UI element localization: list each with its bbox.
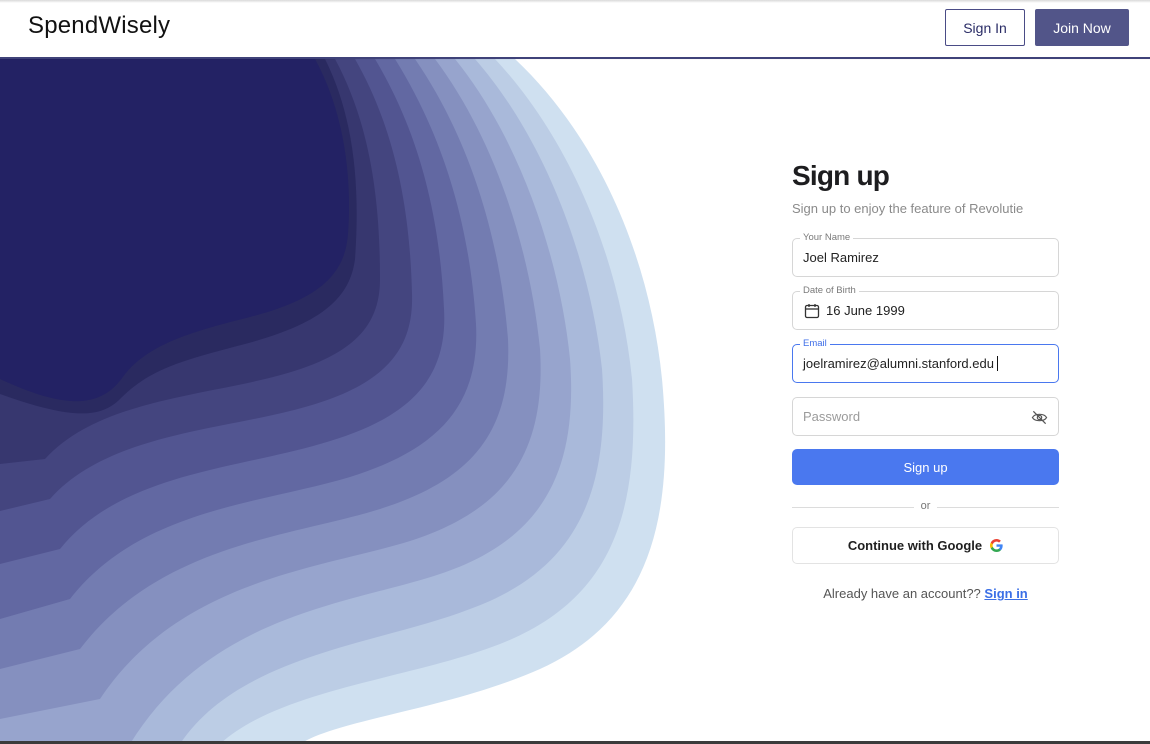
already-have-account: Already have an account?? Sign in (792, 586, 1059, 601)
brand-logo[interactable]: SpendWisely (28, 12, 170, 40)
divider-line-right (937, 507, 1059, 508)
sign-in-link[interactable]: Sign in (984, 586, 1027, 601)
email-field-value: joelramirez@alumni.stanford.edu (803, 356, 994, 371)
continue-with-google-button[interactable]: Continue with Google (792, 527, 1059, 564)
date-of-birth-field[interactable]: Date of Birth 16 June 1999 (792, 284, 1059, 330)
divider-text: or (920, 500, 931, 512)
form-subtitle: Sign up to enjoy the feature of Revoluti… (792, 201, 1024, 216)
password-field[interactable]: Password (792, 397, 1059, 436)
name-field-label: Your Name (800, 231, 854, 245)
google-icon (990, 539, 1003, 552)
or-divider: or (792, 499, 1059, 515)
email-field-label: Email (800, 337, 830, 351)
sign-up-button[interactable]: Sign up (792, 449, 1059, 485)
already-have-account-text: Already have an account?? (823, 586, 981, 601)
email-field-value-wrap: joelramirez@alumni.stanford.edu (803, 356, 998, 371)
sign-in-button[interactable]: Sign In (945, 9, 1025, 46)
top-navbar: SpendWisely Sign In Join Now (0, 0, 1150, 59)
page: SpendWisely Sign In Join Now Sign up Sig… (0, 0, 1150, 744)
text-caret (996, 356, 998, 371)
date-of-birth-value: 16 June 1999 (826, 303, 905, 318)
email-field[interactable]: Email joelramirez@alumni.stanford.edu (792, 337, 1059, 383)
eye-off-icon[interactable] (1031, 409, 1048, 426)
join-now-button[interactable]: Join Now (1035, 9, 1129, 46)
decorative-waves (0, 59, 666, 744)
name-field-value: Joel Ramirez (803, 250, 879, 265)
form-title: Sign up (792, 160, 890, 191)
calendar-icon[interactable] (804, 303, 820, 319)
date-of-birth-label: Date of Birth (800, 284, 859, 298)
name-field[interactable]: Your Name Joel Ramirez (792, 231, 1059, 277)
password-placeholder: Password (803, 409, 861, 424)
google-button-label: Continue with Google (847, 538, 983, 553)
